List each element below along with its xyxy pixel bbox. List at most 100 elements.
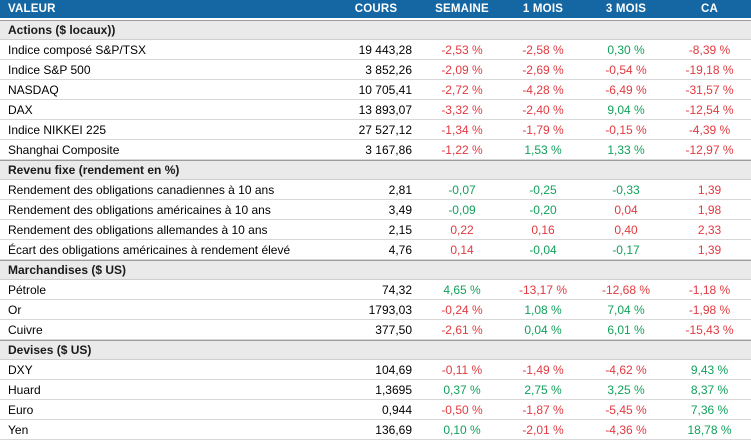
- row-label: Rendement des obligations américaines à …: [8, 202, 271, 217]
- ca-change: 1,98: [697, 202, 722, 217]
- cours-value: 27 527,12: [358, 122, 412, 137]
- column-header-ca: CA: [700, 3, 718, 15]
- row-label: Écart des obligations américaines à rend…: [8, 242, 291, 257]
- cours-value: 1793,03: [368, 302, 412, 317]
- 1-mois-change: -0,25: [529, 182, 557, 197]
- row-label: Rendement des obligations canadiennes à …: [8, 182, 275, 197]
- 1-mois-change: -4,28 %: [522, 82, 564, 97]
- 1-mois-change: -2,69 %: [522, 62, 564, 77]
- ca-change: 9,43 %: [690, 362, 729, 377]
- semaine-change: 0,37 %: [443, 382, 481, 397]
- column-header-valeur: VALEUR: [8, 3, 56, 15]
- semaine-change: -3,32 %: [441, 102, 483, 117]
- table-row: Rendement des obligations américaines à …: [0, 200, 751, 220]
- 1-mois-change: -2,40 %: [522, 102, 564, 117]
- section-title: Actions ($ locaux)): [8, 23, 116, 37]
- row-label: DXY: [8, 362, 33, 377]
- ca-change: 2,33: [697, 222, 722, 237]
- semaine-change: 0,22: [450, 222, 474, 237]
- 3-mois-change: 7,04 %: [607, 302, 645, 317]
- cours-value: 4,76: [388, 242, 412, 257]
- 1-mois-change: -0,04: [529, 242, 557, 257]
- semaine-change: -2,72 %: [441, 82, 483, 97]
- section-header: Devises ($ US): [0, 340, 751, 360]
- table-row: Huard 1,3695 0,37 % 2,75 % 3,25 % 8,37 %: [0, 380, 751, 400]
- cours-value: 13 893,07: [358, 102, 412, 117]
- cours-value: 377,50: [375, 322, 412, 337]
- ca-change: -12,97 %: [685, 142, 734, 157]
- ca-change: -31,57 %: [685, 82, 734, 97]
- semaine-change: -1,34 %: [441, 122, 483, 137]
- market-summary-table: VALEUR COURS SEMAINE 1 MOIS 3 MOIS CA Actions…: [0, 0, 751, 440]
- 1-mois-change: -13,17 %: [518, 282, 568, 297]
- 3-mois-change: 6,01 %: [607, 322, 645, 337]
- table-row: Pétrole 74,32 4,65 % -13,17 % -12,68 % -1,18 …: [0, 280, 751, 300]
- cours-value: 3 167,86: [365, 142, 412, 157]
- semaine-change: -0,50 %: [441, 402, 483, 417]
- 3-mois-change: 0,04: [614, 202, 638, 217]
- table-row: Shanghai Composite 3 167,86 -1,22 % 1,53 % 1…: [0, 140, 751, 160]
- 1-mois-change: -1,49 %: [522, 362, 564, 377]
- semaine-change: 4,65 %: [443, 282, 481, 297]
- table-row: NASDAQ 10 705,41 -2,72 % -4,28 % -6,49 % -31,…: [0, 80, 751, 100]
- row-label: Shanghai Composite: [8, 142, 120, 157]
- table-row: Rendement des obligations allemandes à 1…: [0, 220, 751, 240]
- table-row: DAX 13 893,07 -3,32 % -2,40 % 9,04 % -12,54 %: [0, 100, 751, 120]
- ca-change: 1,39: [697, 182, 722, 197]
- 3-mois-change: -5,45 %: [605, 402, 647, 417]
- cours-value: 3 852,26: [365, 62, 412, 77]
- 3-mois-change: -0,15 %: [605, 122, 647, 137]
- semaine-change: -0,09: [448, 202, 476, 217]
- table-body: Actions ($ locaux)) Indice composé S&P/TS…: [0, 20, 751, 440]
- table-row: Rendement des obligations canadiennes à …: [0, 180, 751, 200]
- ca-change: 8,37 %: [690, 382, 729, 397]
- table-row: Indice S&P 500 3 852,26 -2,09 % -2,69 % -0,5…: [0, 60, 751, 80]
- section-header: Marchandises ($ US): [0, 260, 751, 280]
- row-label: Indice composé S&P/TSX: [8, 42, 147, 57]
- row-label: Or: [8, 302, 22, 317]
- table-row: Indice composé S&P/TSX 19 443,28 -2,53 % -2…: [0, 40, 751, 60]
- cours-value: 2,81: [388, 182, 412, 197]
- ca-change: 1,39: [697, 242, 722, 257]
- cours-value: 74,32: [381, 282, 412, 297]
- 1-mois-change: -2,58 %: [522, 42, 564, 57]
- ca-change: -19,18 %: [685, 62, 734, 77]
- 3-mois-change: -0,33: [612, 182, 640, 197]
- row-label: Cuivre: [8, 322, 43, 337]
- 1-mois-change: 0,04 %: [524, 322, 562, 337]
- column-header-1-mois: 1 MOIS: [522, 3, 564, 15]
- 3-mois-change: 0,40: [614, 222, 638, 237]
- row-label: Indice NIKKEI 225: [8, 122, 107, 137]
- ca-change: 18,78 %: [687, 422, 732, 437]
- table-row: Indice NIKKEI 225 27 527,12 -1,34 % -1,79 %…: [0, 120, 751, 140]
- semaine-change: 0,14: [450, 242, 474, 257]
- row-label: Euro: [8, 402, 34, 417]
- semaine-change: -0,11 %: [441, 362, 483, 377]
- cours-value: 10 705,41: [358, 82, 412, 97]
- semaine-change: -0,24 %: [441, 302, 483, 317]
- row-label: Rendement des obligations allemandes à 1…: [8, 222, 268, 237]
- section-title: Devises ($ US): [8, 343, 92, 357]
- section-header: Revenu fixe (rendement en %): [0, 160, 751, 180]
- cours-value: 136,69: [375, 422, 412, 437]
- 3-mois-change: -0,54 %: [605, 62, 647, 77]
- 1-mois-change: -0,20: [529, 202, 557, 217]
- cours-value: 0,944: [381, 402, 412, 417]
- ca-change: -1,18 %: [688, 282, 731, 297]
- ca-change: -15,43 %: [685, 322, 734, 337]
- 3-mois-change: -12,68 %: [601, 282, 651, 297]
- semaine-change: -1,22 %: [441, 142, 483, 157]
- 1-mois-change: -1,79 %: [522, 122, 564, 137]
- ca-change: -1,98 %: [688, 302, 731, 317]
- ca-change: -12,54 %: [685, 102, 734, 117]
- 3-mois-change: 9,04 %: [607, 102, 645, 117]
- table-row: Or 1793,03 -0,24 % 1,08 % 7,04 % -1,98 %: [0, 300, 751, 320]
- cours-value: 3,49: [388, 202, 412, 217]
- 3-mois-change: 1,33 %: [607, 142, 645, 157]
- table-row: Cuivre 377,50 -2,61 % 0,04 % 6,01 % -15,43 %: [0, 320, 751, 340]
- column-header-3-mois: 3 MOIS: [605, 3, 647, 15]
- row-label: Yen: [8, 422, 29, 437]
- section-title: Revenu fixe (rendement en %): [8, 163, 180, 177]
- row-label: DAX: [8, 102, 33, 117]
- 1-mois-change: 1,53 %: [524, 142, 562, 157]
